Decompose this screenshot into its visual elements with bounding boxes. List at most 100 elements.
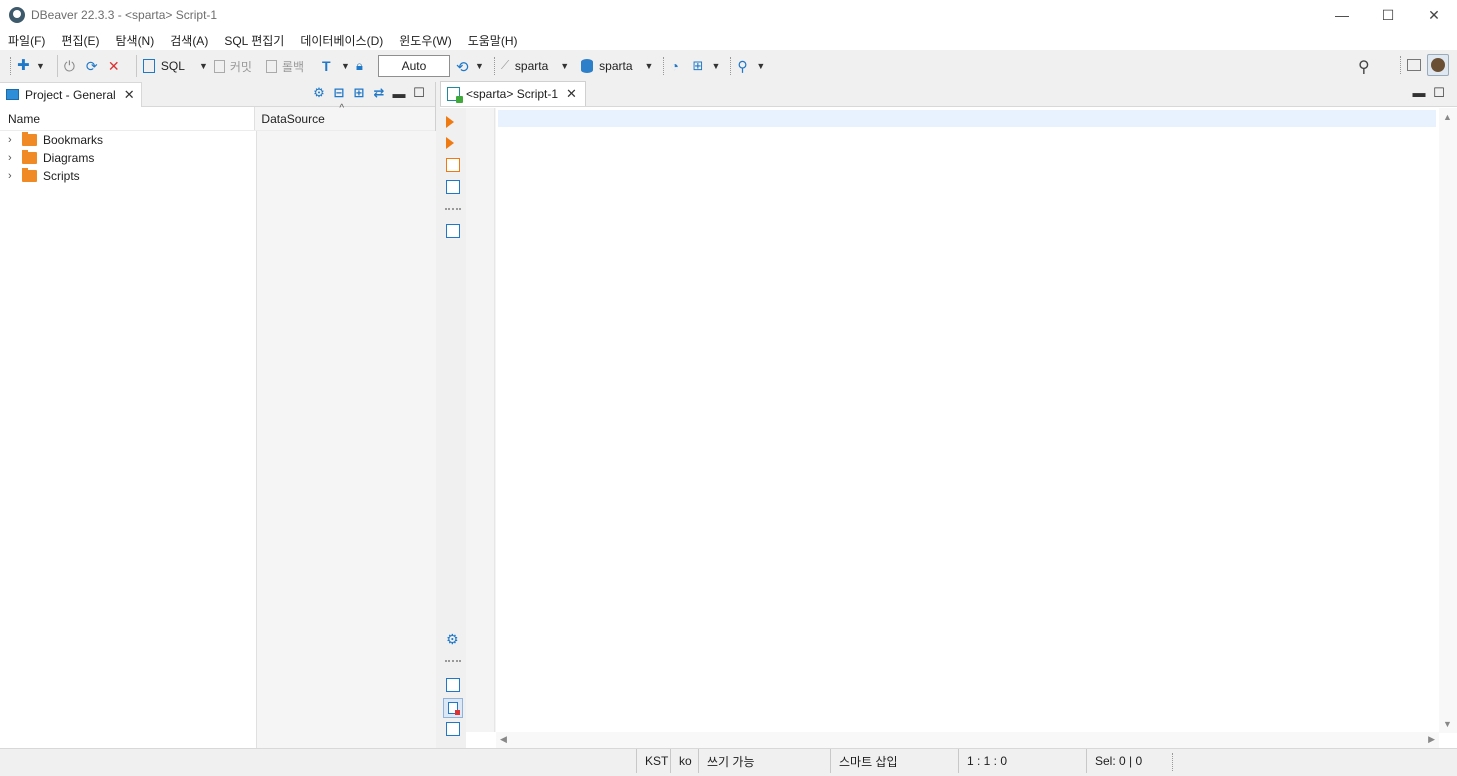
schema-selector[interactable]: sparta ▼ [581, 54, 653, 78]
minimize-view-icon[interactable]: ▬ [389, 86, 409, 101]
menu-edit[interactable]: 편집(E) [61, 32, 99, 49]
collapse-all-icon[interactable]: ⊟ [329, 85, 349, 101]
chevron-down-icon[interactable]: ▼ [560, 61, 569, 71]
status-locale: ko [670, 749, 698, 773]
status-grip[interactable] [1172, 753, 1175, 771]
toolbar-grip[interactable] [663, 57, 666, 75]
toolbar-grip[interactable] [730, 57, 733, 75]
chevron-down-icon[interactable]: ▼ [36, 61, 45, 71]
close-icon[interactable]: ✕ [566, 86, 577, 102]
editor-settings-button[interactable]: ⚙ [446, 632, 460, 646]
show-console-button[interactable] [446, 224, 460, 238]
toolbar-grip[interactable] [10, 57, 13, 75]
open-perspective-icon[interactable] [1407, 59, 1421, 71]
tree-item-diagrams[interactable]: › Diagrams [0, 149, 256, 167]
transaction-mode-button[interactable]: T ▼ [322, 54, 350, 78]
expand-arrow-icon[interactable]: › [8, 152, 18, 164]
column-header-datasource[interactable]: ^ DataSource [255, 103, 435, 130]
horizontal-scrollbar[interactable]: ◀ ▶ [496, 732, 1439, 748]
menu-navigate[interactable]: 탐색(N) [115, 32, 154, 49]
menu-search[interactable]: 검색(A) [170, 32, 208, 49]
sql-editor-button[interactable]: SQL ▼ [142, 54, 208, 78]
rollback-button[interactable]: 롤백 [265, 54, 304, 78]
sql-script-icon [447, 87, 463, 103]
execute-in-new-tab-button[interactable] [446, 137, 460, 151]
commit-icon [213, 59, 225, 73]
link-with-editor-icon[interactable]: ⇄ [369, 85, 389, 101]
gutter-divider [494, 108, 495, 732]
chevron-down-icon[interactable]: ▼ [711, 61, 720, 71]
global-search-icon[interactable]: ⚲ [1358, 57, 1374, 76]
minimize-button[interactable]: — [1319, 0, 1365, 30]
menu-sql-editor[interactable]: SQL 편집기 [224, 32, 284, 49]
scroll-right-icon[interactable]: ▶ [1428, 734, 1435, 745]
configure-columns-icon[interactable]: ⚙ [309, 85, 329, 101]
scroll-left-icon[interactable]: ◀ [500, 734, 507, 745]
scroll-down-icon[interactable]: ▼ [1443, 719, 1452, 729]
expand-arrow-icon[interactable]: › [8, 170, 18, 182]
toolbar-grip[interactable] [1400, 56, 1403, 74]
column-header-name[interactable]: Name [0, 107, 256, 130]
reconnect-button[interactable]: ⟳ [86, 54, 102, 78]
datasource-column-body [256, 131, 436, 748]
execute-script-button[interactable] [446, 158, 460, 172]
results-panel-toggle[interactable] [443, 698, 463, 718]
play-icon [446, 116, 454, 128]
expand-arrow-icon[interactable]: › [8, 134, 18, 146]
plug-icon: ⏻ [63, 58, 75, 74]
sql-editor-area: <sparta> Script-1 ✕ ▬ ☐ ⚙ ▲ ▼ ◀ ▶ [440, 81, 1457, 748]
tree-item-label: Diagrams [43, 151, 95, 165]
rollback-icon [265, 59, 277, 73]
dashboard-button[interactable]: ◔ [670, 54, 686, 78]
erd-button[interactable]: ⊞ ▼ [692, 54, 720, 78]
tab-project-general[interactable]: Project - General ✕ [0, 81, 142, 107]
chevron-down-icon[interactable]: ▼ [199, 61, 208, 71]
close-icon[interactable]: ✕ [124, 87, 135, 103]
chevron-down-icon[interactable]: ▼ [645, 61, 654, 71]
menu-database[interactable]: 데이터베이스(D) [300, 32, 383, 49]
transaction-log-button[interactable]: ⟲ ▼ [456, 54, 484, 78]
disconnect-button[interactable]: ✕ [108, 54, 124, 78]
project-columns-header: Name ^ DataSource [0, 103, 435, 131]
results-badge [455, 710, 460, 715]
maximize-view-icon[interactable]: ☐ [409, 85, 429, 101]
scripts-folder-icon [22, 168, 37, 182]
tree-item-label: Bookmarks [43, 133, 104, 147]
vertical-scrollbar[interactable]: ▲ ▼ [1439, 108, 1457, 733]
execute-statement-button[interactable] [446, 116, 460, 130]
tab-script-1[interactable]: <sparta> Script-1 ✕ [440, 81, 586, 106]
explain-plan-button[interactable] [446, 180, 460, 194]
output-button[interactable] [446, 722, 460, 736]
reconnect-icon: ⟳ [85, 58, 98, 74]
minimize-editor-icon[interactable]: ▬ [1409, 85, 1429, 101]
window-controls: — ☐ ✕ [1319, 0, 1457, 30]
close-window-button[interactable]: ✕ [1411, 0, 1457, 30]
chevron-down-icon[interactable]: ▼ [475, 61, 484, 71]
editor-tab-tools: ▬ ☐ [1409, 85, 1449, 101]
toolbar-grip[interactable] [493, 57, 497, 75]
maximize-editor-icon[interactable]: ☐ [1429, 85, 1449, 101]
export-button[interactable] [446, 678, 460, 692]
chevron-down-icon[interactable]: ▼ [756, 61, 765, 71]
commit-button[interactable]: 커밋 [213, 54, 252, 78]
connect-button[interactable]: ⏻ [64, 54, 80, 78]
editor-side-toolbar: ⚙ [440, 108, 466, 748]
find-button[interactable]: ⚲ ▼ [737, 54, 765, 78]
dbeaver-perspective-button[interactable] [1427, 54, 1449, 76]
diagrams-folder-icon [22, 150, 37, 164]
new-connection-button[interactable]: ✚ ▼ [17, 54, 45, 78]
menu-window[interactable]: 윈도우(W) [399, 32, 451, 49]
chevron-down-icon[interactable]: ▼ [341, 61, 350, 71]
menu-file[interactable]: 파일(F) [8, 32, 45, 49]
scroll-up-icon[interactable]: ▲ [1443, 112, 1452, 122]
datasource-selector[interactable]: ⟋ sparta ▼ [501, 54, 569, 78]
expand-all-icon[interactable]: ⊞ [349, 85, 369, 101]
maximize-button[interactable]: ☐ [1365, 0, 1411, 30]
lock-button[interactable]: 🔒︎ [356, 54, 372, 78]
sql-text-area[interactable] [498, 110, 1436, 730]
transaction-mode-field[interactable]: Auto [377, 55, 450, 77]
project-panel-tabbar: Project - General ✕ ⚙ ⊟ ⊞ ⇄ ▬ ☐ [0, 81, 435, 107]
tree-item-scripts[interactable]: › Scripts [0, 167, 256, 185]
menu-help[interactable]: 도움말(H) [468, 32, 518, 49]
tree-item-bookmarks[interactable]: › Bookmarks [0, 131, 256, 149]
